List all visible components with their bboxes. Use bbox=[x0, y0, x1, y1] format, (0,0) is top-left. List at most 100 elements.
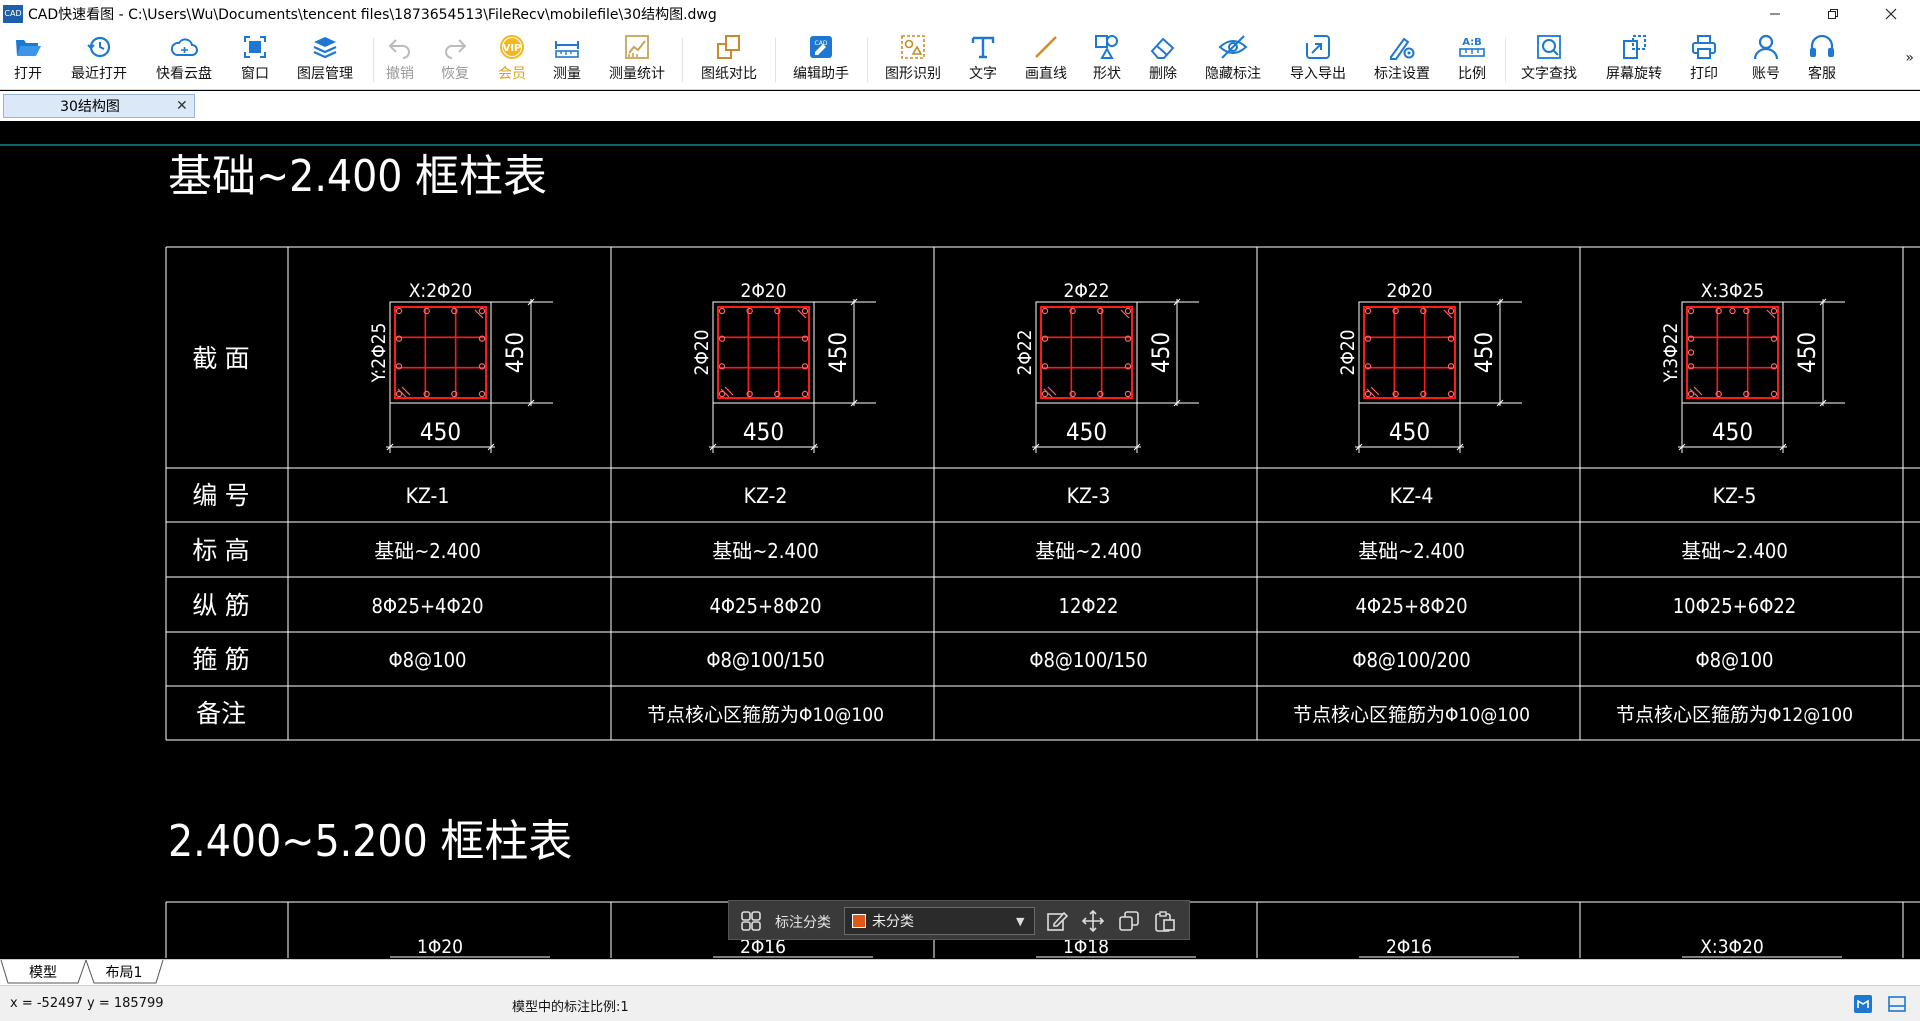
service-button[interactable]: 客服 bbox=[1805, 32, 1839, 88]
annotation-settings-button[interactable]: 标注设置 bbox=[1371, 32, 1433, 88]
account-button[interactable]: 账号 bbox=[1749, 32, 1783, 88]
stirrup-outer bbox=[394, 306, 487, 399]
text-tool-icon bbox=[971, 36, 995, 59]
rebar-dot bbox=[1770, 307, 1778, 315]
print-button[interactable]: 打印 bbox=[1687, 32, 1721, 88]
shape-button[interactable]: 形状 bbox=[1090, 32, 1124, 88]
move-icon[interactable] bbox=[1081, 909, 1105, 933]
annotation-gear-icon bbox=[1390, 37, 1415, 60]
table2-title: 2.400~5.200 框柱表 bbox=[168, 816, 572, 867]
rebar-dot bbox=[718, 307, 726, 315]
row-header-0: 截 面 bbox=[192, 344, 249, 373]
rebar-dot bbox=[1041, 307, 1049, 315]
rebar-dot bbox=[1447, 390, 1455, 398]
toolbar-overflow-button[interactable]: » bbox=[1905, 50, 1914, 66]
close-icon bbox=[1885, 8, 1897, 20]
rebar-dot bbox=[801, 307, 809, 315]
paste-icon[interactable] bbox=[1153, 909, 1177, 933]
open-button[interactable]: 打开 bbox=[10, 32, 46, 88]
column-long-bars: 12Φ22 bbox=[1059, 594, 1119, 618]
headset-icon bbox=[1810, 34, 1834, 57]
window-frame-icon bbox=[244, 36, 266, 58]
column-elevation: 基础~2.400 bbox=[1035, 539, 1142, 563]
layers-button[interactable]: 图层管理 bbox=[294, 32, 356, 88]
shapes-icon bbox=[1095, 35, 1118, 59]
minimize-button[interactable] bbox=[1746, 0, 1804, 28]
table2-section-top-label: 2Φ16 bbox=[1386, 936, 1432, 958]
cursor-coordinates: x = -52497 y = 185799 bbox=[10, 996, 164, 1011]
draw-line-button[interactable]: 画直线 bbox=[1022, 32, 1070, 88]
rebar-dot bbox=[478, 390, 486, 398]
scale-button[interactable]: A:B 比例 bbox=[1455, 32, 1489, 88]
compare-button[interactable]: 图纸对比 bbox=[698, 32, 760, 88]
text-search-icon bbox=[1537, 35, 1561, 59]
layout-panel-toggle[interactable] bbox=[1886, 993, 1908, 1015]
shape-recognize-button[interactable]: 图形识别 bbox=[882, 32, 944, 88]
stirrup-outer bbox=[1040, 306, 1133, 399]
column-stirrups: Φ8@100/150 bbox=[706, 648, 824, 672]
section-top-label: X:3Φ25 bbox=[1701, 280, 1765, 302]
hide-annotation-button[interactable]: 隐藏标注 bbox=[1202, 32, 1264, 88]
dim-right-value: 450 bbox=[1470, 332, 1498, 373]
toolbar-separator bbox=[867, 38, 868, 82]
restore-button[interactable] bbox=[1804, 0, 1862, 28]
tab-model[interactable]: 模型 bbox=[10, 961, 76, 983]
annotation-category-label: 标注分类 bbox=[775, 915, 831, 931]
measure-stats-button[interactable]: 测量统计 bbox=[606, 32, 668, 88]
dim-bottom-value: 450 bbox=[743, 418, 784, 446]
annotation-category-select[interactable]: 未分类 ▼ bbox=[844, 907, 1035, 935]
vip-badge-icon: VIP bbox=[500, 35, 524, 59]
rebar-dot bbox=[1124, 307, 1132, 315]
model-space-toggle[interactable] bbox=[1852, 993, 1874, 1015]
rebar-dot bbox=[801, 390, 809, 398]
recent-button[interactable]: 最近打开 bbox=[68, 32, 130, 88]
vip-button[interactable]: VIP 会员 bbox=[494, 32, 530, 88]
dim-right-value: 450 bbox=[1147, 332, 1175, 373]
column-elevation: 基础~2.400 bbox=[1358, 539, 1465, 563]
table2-section-top-label: 1Φ20 bbox=[417, 936, 463, 958]
grid-icon[interactable] bbox=[739, 909, 763, 933]
rebar-dot bbox=[1729, 307, 1736, 315]
delete-button[interactable]: 删除 bbox=[1146, 32, 1180, 88]
section-outline bbox=[1358, 301, 1461, 404]
eye-slash-icon bbox=[1218, 35, 1248, 59]
measure-button[interactable]: 测量 bbox=[550, 32, 584, 88]
chevron-down-icon: ▼ bbox=[1016, 914, 1025, 928]
row-header-2: 标 高 bbox=[192, 536, 249, 565]
document-tab-strip: 30结构图 ✕ bbox=[0, 91, 1920, 121]
rebar-dot bbox=[1364, 307, 1372, 315]
row-header-1: 编 号 bbox=[192, 481, 249, 510]
column-long-bars: 10Φ25+6Φ22 bbox=[1673, 594, 1797, 618]
edit-icon[interactable] bbox=[1045, 909, 1069, 933]
import-export-button[interactable]: 导入导出 bbox=[1287, 32, 1349, 88]
edit-assistant-button[interactable]: CAD 编辑助手 bbox=[790, 32, 852, 88]
category-color-swatch bbox=[852, 914, 866, 928]
tab-layout1[interactable]: 布局1 bbox=[92, 961, 156, 983]
window-button[interactable]: 窗口 bbox=[238, 32, 272, 88]
annotation-category-bar: 标注分类 未分类 ▼ bbox=[728, 900, 1190, 940]
section-side-label: Y:3Φ22 bbox=[1660, 323, 1682, 384]
app-logo-icon: CAD bbox=[3, 5, 23, 23]
cloud-button[interactable]: 快看云盘 bbox=[153, 32, 215, 88]
copy-icon[interactable] bbox=[1117, 909, 1141, 933]
rebar-dot bbox=[1447, 307, 1455, 315]
tab-close-icon[interactable]: ✕ bbox=[176, 98, 194, 114]
column-note: 节点核心区箍筋为Φ10@100 bbox=[1293, 704, 1530, 726]
section-side-label: 2Φ20 bbox=[1337, 329, 1359, 375]
drawing-canvas[interactable]: 基础~2.400 框柱表截 面编 号标 高纵 筋箍 筋备注 X:2Φ20 Y:2Φ2… bbox=[0, 123, 1920, 958]
import-export-icon bbox=[1306, 35, 1330, 59]
tab-30-structure-drawing[interactable]: 30结构图 ✕ bbox=[3, 94, 195, 118]
rebar-dot bbox=[1770, 390, 1778, 398]
close-button[interactable] bbox=[1862, 0, 1920, 28]
svg-text:CAD: CAD bbox=[815, 40, 828, 47]
column-id: KZ-2 bbox=[744, 484, 788, 508]
rebar-dot bbox=[395, 307, 403, 315]
undo-button[interactable]: 撤销 bbox=[383, 32, 417, 88]
minimize-icon bbox=[1770, 13, 1780, 15]
text-button[interactable]: 文字 bbox=[966, 32, 1000, 88]
redo-button[interactable]: 恢复 bbox=[438, 32, 472, 88]
history-icon bbox=[87, 36, 111, 58]
text-search-button[interactable]: 文字查找 bbox=[1518, 32, 1580, 88]
rotate-screen-button[interactable]: 屏幕旋转 bbox=[1603, 32, 1665, 88]
line-tool-icon bbox=[1035, 36, 1057, 58]
